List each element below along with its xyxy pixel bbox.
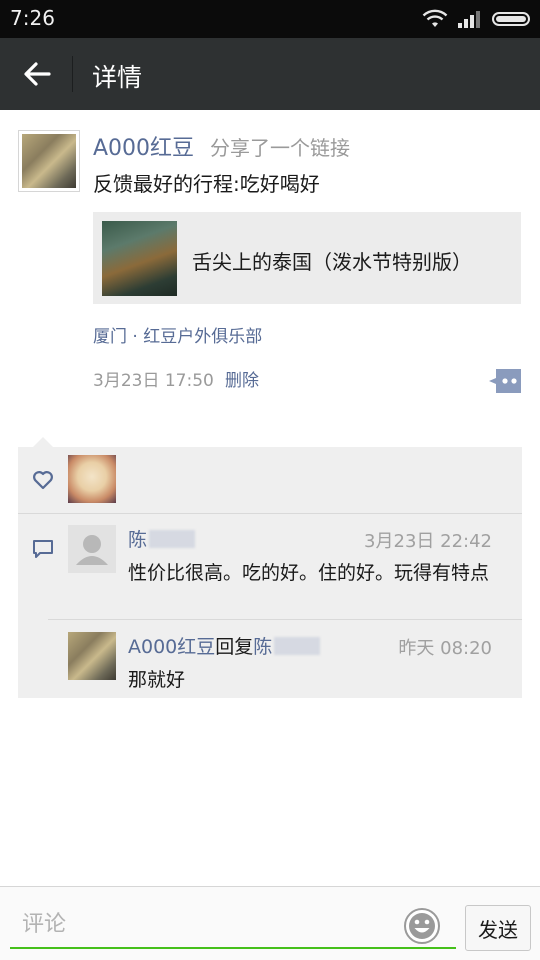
comment-text: 性价比很高。吃的好。住的好。玩得有特点: [128, 562, 490, 584]
status-icons: [422, 9, 530, 29]
title-bar: 详情: [0, 38, 540, 110]
comment-bubble-icon: [33, 540, 53, 558]
link-title: 舌尖上的泰国（泼水节特别版）: [192, 250, 472, 274]
poster-username[interactable]: A000红豆: [93, 130, 194, 162]
post-text: 反馈最好的行程:吃好喝好: [93, 172, 320, 196]
post-location[interactable]: 厦门 · 红豆户外俱乐部: [93, 322, 262, 347]
blurred-name: [149, 530, 196, 548]
heart-icon: [33, 471, 53, 490]
poster-avatar[interactable]: [18, 130, 80, 192]
likes-divider: [18, 513, 522, 514]
commenter-name-text: 陈: [128, 529, 148, 551]
comment-input[interactable]: [10, 901, 456, 949]
reply-header: A000红豆回复陈: [128, 632, 321, 659]
avatar-image: [22, 134, 76, 188]
send-button[interactable]: 发送: [465, 905, 531, 951]
signal-icon: [458, 11, 480, 28]
comment-more-button[interactable]: [488, 369, 522, 393]
comment-divider: [48, 619, 522, 620]
likes-comments-panel: 陈 3月23日 22:42 性价比很高。吃的好。住的好。玩得有特点 A000红豆…: [18, 447, 522, 698]
comment-bar: 发送: [0, 886, 540, 960]
shared-link-card[interactable]: 舌尖上的泰国（泼水节特别版）: [93, 212, 521, 304]
commenter-avatar[interactable]: [68, 632, 116, 680]
wifi-icon: [422, 9, 448, 27]
post-action-text: 分享了一个链接: [210, 136, 350, 160]
emoji-button[interactable]: [403, 907, 441, 945]
arrow-left-icon: [24, 62, 51, 86]
comment-time: 昨天 08:20: [398, 638, 492, 659]
liker-avatar[interactable]: [68, 455, 116, 503]
back-button[interactable]: [12, 50, 62, 98]
title-divider: [72, 56, 73, 92]
post-time: 3月23日 17:50: [93, 371, 214, 391]
comment-item[interactable]: A000红豆回复陈 昨天 08:20 那就好: [66, 632, 522, 692]
commenter-avatar[interactable]: [68, 525, 116, 573]
link-thumbnail: [102, 221, 177, 296]
commenter-name[interactable]: A000红豆: [128, 636, 215, 658]
comment-item[interactable]: 陈 3月23日 22:42 性价比很高。吃的好。住的好。玩得有特点: [66, 525, 522, 615]
comment-time: 3月23日 22:42: [364, 531, 492, 552]
page-title: 详情: [92, 63, 143, 92]
likes-row: [18, 447, 522, 513]
emoji-icon: [404, 908, 440, 944]
status-time: 7:26: [10, 6, 55, 30]
delete-button[interactable]: 删除: [225, 366, 259, 391]
reply-to-name[interactable]: 陈: [253, 636, 272, 658]
battery-icon: [492, 12, 530, 26]
commenter-name[interactable]: 陈: [128, 525, 196, 552]
comment-text: 那就好: [128, 669, 186, 691]
default-user-icon: [76, 535, 108, 565]
blurred-name: [274, 637, 321, 655]
reply-word: 回复: [215, 636, 254, 658]
comment-more-icon: [489, 369, 521, 393]
status-bar: 7:26: [0, 0, 540, 38]
